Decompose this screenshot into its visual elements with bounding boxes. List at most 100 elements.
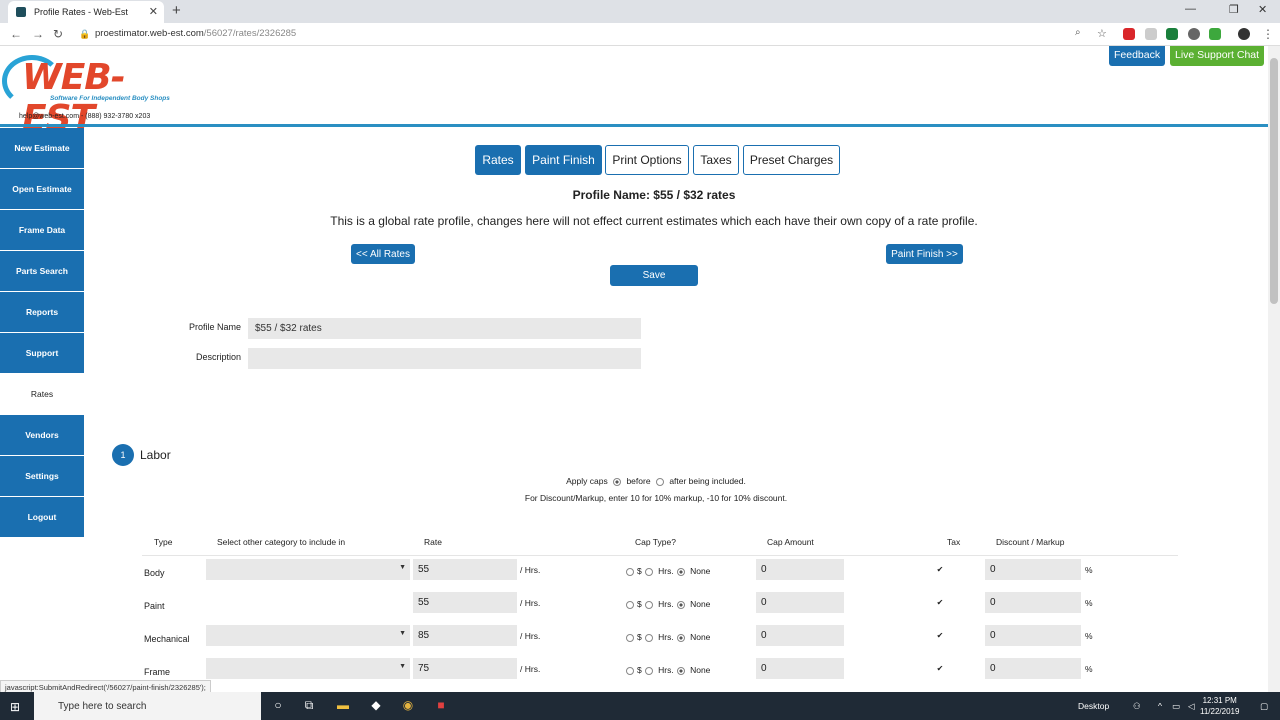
tab-preset-charges[interactable]: Preset Charges xyxy=(743,145,840,175)
row-type-label: Frame xyxy=(144,667,171,677)
file-explorer-icon[interactable]: ▬ xyxy=(335,698,351,714)
cap-amount-input[interactable]: 0 xyxy=(756,559,844,580)
back-icon[interactable]: ← xyxy=(10,27,22,41)
header-cap-type: Cap Type? xyxy=(635,537,676,547)
sidebar-item-parts-search[interactable]: Parts Search xyxy=(0,251,84,292)
extension-circle-icon[interactable] xyxy=(1188,28,1200,40)
clock-time: 12:31 PM xyxy=(1202,696,1237,705)
cap-none-radio[interactable] xyxy=(676,633,685,642)
discount-markup-input[interactable]: 0 xyxy=(985,559,1081,580)
category-select[interactable]: ▼ xyxy=(206,625,410,646)
reload-icon[interactable]: ↻ xyxy=(53,27,63,41)
labor-section-title: Labor xyxy=(140,448,171,462)
tax-checkbox[interactable]: ✔ xyxy=(936,599,944,607)
window-close-icon[interactable]: ✕ xyxy=(1258,3,1267,16)
cap-dollar-radio[interactable] xyxy=(626,567,634,576)
rate-input[interactable]: 55 xyxy=(413,559,517,580)
rate-input[interactable]: 55 xyxy=(413,592,517,613)
tax-checkbox[interactable]: ✔ xyxy=(936,566,944,574)
cap-amount-input[interactable]: 0 xyxy=(756,592,844,613)
url-field[interactable]: proestimator.web-est.com/56027/rates/232… xyxy=(95,28,296,39)
cap-hrs-radio[interactable] xyxy=(644,666,653,675)
volume-icon[interactable]: ◁ xyxy=(1188,701,1195,712)
cap-none-radio[interactable] xyxy=(676,600,685,609)
taskbar-clock[interactable]: 12:31 PM 11/22/2019 xyxy=(1200,695,1239,717)
tax-checkbox[interactable]: ✔ xyxy=(936,665,944,673)
rate-input[interactable]: 85 xyxy=(413,625,517,646)
live-support-chat-button[interactable]: Live Support Chat xyxy=(1170,46,1265,66)
network-icon[interactable]: ▭ xyxy=(1172,701,1180,712)
new-tab-button[interactable]: + xyxy=(172,2,181,19)
tab-paint-finish[interactable]: Paint Finish xyxy=(525,145,602,175)
sidebar-item-new-estimate[interactable]: New Estimate xyxy=(0,128,84,169)
caps-before-radio[interactable] xyxy=(613,477,622,486)
tab-taxes[interactable]: Taxes xyxy=(693,145,739,175)
sidebar-item-rates[interactable]: Rates xyxy=(0,374,84,415)
maximize-icon[interactable]: ❐ xyxy=(1229,3,1239,16)
chevron-down-icon: ▼ xyxy=(399,564,406,571)
description-label: Description xyxy=(195,352,241,362)
taskbar-search-input[interactable]: Type here to search xyxy=(34,692,261,720)
web-est-logo[interactable]: WEB-EST Software For Independent Body Sh… xyxy=(2,55,180,139)
tab-print-options[interactable]: Print Options xyxy=(605,145,689,175)
cap-none-radio[interactable] xyxy=(676,567,685,576)
all-rates-button[interactable]: << All Rates xyxy=(351,244,415,264)
windows-start-icon[interactable]: ⊞ xyxy=(10,700,20,714)
paint-finish-next-button[interactable]: Paint Finish >> xyxy=(886,244,963,264)
cap-hrs-radio[interactable] xyxy=(644,600,653,609)
chrome-icon[interactable]: ◉ xyxy=(400,698,416,714)
sidebar-item-support[interactable]: Support xyxy=(0,333,84,374)
cap-none-radio[interactable] xyxy=(676,666,685,675)
page-scrollbar[interactable] xyxy=(1268,46,1280,692)
cap-amount-input[interactable]: 0 xyxy=(756,625,844,646)
caps-after-radio[interactable] xyxy=(655,477,664,486)
browser-tab[interactable]: Profile Rates - Web-Est ✕ xyxy=(8,1,164,23)
category-select[interactable]: ▼ xyxy=(206,658,410,679)
description-input[interactable] xyxy=(248,348,641,369)
extension-s-icon[interactable] xyxy=(1166,28,1178,40)
task-view-icon[interactable]: ⧉ xyxy=(301,698,317,714)
adblock-icon[interactable] xyxy=(1123,28,1135,40)
tray-chevron-icon[interactable]: ^ xyxy=(1158,701,1162,711)
lock-icon[interactable]: 🔒 xyxy=(79,29,90,40)
extension-icon[interactable] xyxy=(1145,28,1157,40)
cap-amount-input[interactable]: 0 xyxy=(756,658,844,679)
people-icon[interactable]: ⚇ xyxy=(1133,701,1141,712)
discount-markup-input[interactable]: 0 xyxy=(985,592,1081,613)
tab-close-icon[interactable]: ✕ xyxy=(149,5,158,18)
zoom-icon[interactable]: ⌕ xyxy=(1075,27,1081,38)
header-cap-amount: Cap Amount xyxy=(767,537,814,547)
cap-dollar-radio[interactable] xyxy=(626,600,634,609)
desktop-toolbar-label[interactable]: Desktop xyxy=(1078,701,1109,711)
menu-kebab-icon[interactable]: ⋮ xyxy=(1262,27,1274,41)
cap-hrs-radio[interactable] xyxy=(644,567,653,576)
discount-markup-input[interactable]: 0 xyxy=(985,625,1081,646)
cap-hrs-radio[interactable] xyxy=(644,633,653,642)
bookmark-star-icon[interactable]: ☆ xyxy=(1097,27,1107,40)
app-icon[interactable]: ◆ xyxy=(368,698,384,714)
cap-dollar-radio[interactable] xyxy=(626,633,634,642)
scrollbar-thumb[interactable] xyxy=(1270,58,1278,304)
tab-rates[interactable]: Rates xyxy=(475,145,521,175)
cap-dollar-radio[interactable] xyxy=(626,666,634,675)
minimize-icon[interactable]: — xyxy=(1185,3,1196,15)
profile-avatar-icon[interactable] xyxy=(1238,28,1250,40)
feedback-button[interactable]: Feedback xyxy=(1109,46,1166,66)
cortana-icon[interactable]: ○ xyxy=(270,698,286,714)
discount-markup-input[interactable]: 0 xyxy=(985,658,1081,679)
sidebar-item-vendors[interactable]: Vendors xyxy=(0,415,84,456)
tax-checkbox[interactable]: ✔ xyxy=(936,632,944,640)
sidebar-item-reports[interactable]: Reports xyxy=(0,292,84,333)
forward-icon[interactable]: → xyxy=(32,27,44,41)
extension-check-icon[interactable] xyxy=(1209,28,1221,40)
header-tax: Tax xyxy=(947,537,961,547)
windows-taskbar: ⊞ Type here to search ○ ⧉ ▬ ◆ ◉ ■ Deskto… xyxy=(0,692,1280,720)
save-button[interactable]: Save xyxy=(610,265,698,286)
recorder-icon[interactable]: ■ xyxy=(433,698,449,714)
category-select[interactable]: ▼ xyxy=(206,559,410,580)
percent-sign: % xyxy=(1085,631,1093,641)
sidebar-item-logout[interactable]: Logout xyxy=(0,497,84,538)
profile-name-input[interactable]: $55 / $32 rates xyxy=(248,318,641,339)
rate-input[interactable]: 75 xyxy=(413,658,517,679)
notifications-icon[interactable]: ▢ xyxy=(1260,701,1268,712)
